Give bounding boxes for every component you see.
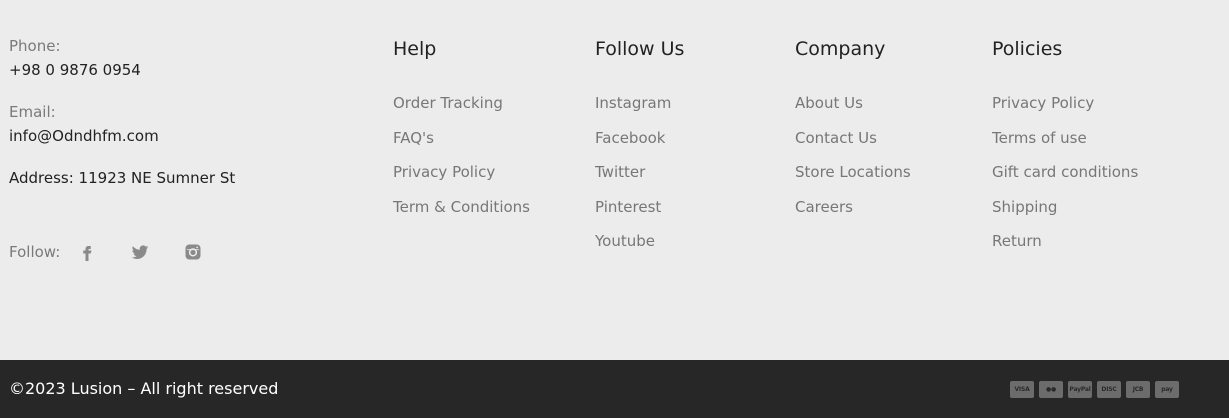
policies-link-terms-of-use[interactable]: Terms of use [992,128,1138,163]
policies-title: Policies [992,38,1063,60]
phone-value[interactable]: +98 0 9876 0954 [9,60,339,80]
help-list: Order Tracking FAQ's Privacy Policy Term… [393,93,530,231]
follow-us-column: Follow Us Instagram Facebook Twitter Pin… [595,36,684,266]
policies-link-gift-card-conditions[interactable]: Gift card conditions [992,162,1138,197]
follow-link-youtube[interactable]: Youtube [595,231,684,266]
follow-link-instagram[interactable]: Instagram [595,93,684,128]
contact-info: Phone: +98 0 9876 0954 Email: info@Odndh… [9,36,339,188]
instagram-icon[interactable] [182,241,204,263]
company-link-careers[interactable]: Careers [795,197,911,232]
follow-us-title: Follow Us [595,38,685,60]
help-link-terms[interactable]: Term & Conditions [393,197,530,232]
follow-link-twitter[interactable]: Twitter [595,162,684,197]
copyright-text: ©2023 Lusion – All right reserved [9,379,279,398]
email-block: Email: info@Odndhfm.com [9,102,339,146]
policies-link-shipping[interactable]: Shipping [992,197,1138,232]
footer-top: Phone: +98 0 9876 0954 Email: info@Odndh… [0,0,1229,360]
policies-list: Privacy Policy Terms of use Gift card co… [992,93,1138,266]
policies-column: Policies Privacy Policy Terms of use Gif… [992,36,1138,266]
follow-row: Follow: [9,240,235,264]
company-title: Company [795,38,886,60]
help-column: Help Order Tracking FAQ's Privacy Policy… [393,36,530,231]
visa-icon: VISA [1010,381,1034,398]
bottom-bar: ©2023 Lusion – All right reserved VISA ●… [0,360,1229,418]
help-link-privacy-policy[interactable]: Privacy Policy [393,162,530,197]
follow-us-list: Instagram Facebook Twitter Pinterest You… [595,93,684,266]
phone-label: Phone: [9,37,61,55]
email-label: Email: [9,103,56,121]
phone-block: Phone: +98 0 9876 0954 [9,36,339,80]
company-link-about-us[interactable]: About Us [795,93,911,128]
jcb-icon: JCB [1126,381,1150,398]
policies-link-return[interactable]: Return [992,231,1138,266]
paypal-icon: PayPal [1068,381,1092,398]
help-link-faqs[interactable]: FAQ's [393,128,530,163]
email-value[interactable]: info@Odndhfm.com [9,126,339,146]
policies-link-privacy-policy[interactable]: Privacy Policy [992,93,1138,128]
address: Address: 11923 NE Sumner St [9,169,236,187]
pay-icon: pay [1155,381,1179,398]
follow-link-pinterest[interactable]: Pinterest [595,197,684,232]
help-link-order-tracking[interactable]: Order Tracking [393,93,530,128]
company-link-contact-us[interactable]: Contact Us [795,128,911,163]
company-list: About Us Contact Us Store Locations Care… [795,93,911,231]
mastercard-icon: ●● [1039,381,1063,398]
follow-label: Follow: [9,243,61,261]
company-column: Company About Us Contact Us Store Locati… [795,36,911,231]
help-title: Help [393,38,437,60]
payment-icons: VISA ●● PayPal DISC JCB pay [1010,381,1179,398]
facebook-icon[interactable] [76,241,98,263]
discover-icon: DISC [1097,381,1121,398]
twitter-icon[interactable] [129,241,151,263]
follow-link-facebook[interactable]: Facebook [595,128,684,163]
company-link-store-locations[interactable]: Store Locations [795,162,911,197]
